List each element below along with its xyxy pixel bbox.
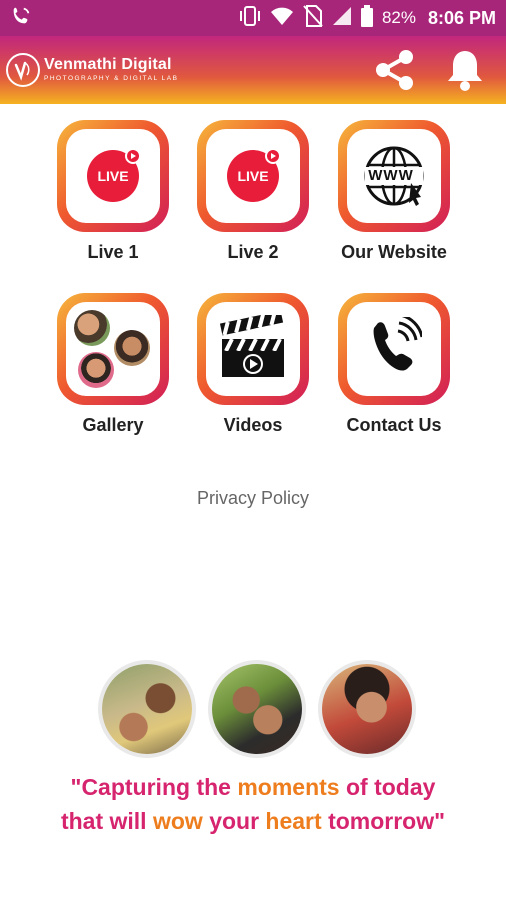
clapperboard-icon xyxy=(218,310,288,384)
tagline-segment: tomorrow" xyxy=(328,808,446,834)
battery-icon xyxy=(360,4,374,32)
live-icon: LIVE xyxy=(227,148,281,202)
battery-percent: 82% xyxy=(381,8,416,27)
gallery-label: Gallery xyxy=(82,415,144,435)
live-2-button[interactable]: LIVE xyxy=(197,120,309,232)
live-badge-text: LIVE xyxy=(237,168,269,184)
bride-photo xyxy=(318,660,416,758)
contact-us-label: Contact Us xyxy=(346,415,442,435)
our-website-button[interactable]: WWW xyxy=(338,120,450,232)
tagline-segment: wow xyxy=(152,808,210,834)
tagline-segment: "Capturing the xyxy=(70,774,238,800)
our-website-label: Our Website xyxy=(341,242,447,262)
tagline-segment: that will xyxy=(60,808,153,834)
contact-us-button[interactable] xyxy=(338,293,450,405)
live-1-label: Live 1 xyxy=(87,242,139,262)
bell-icon[interactable] xyxy=(442,47,488,93)
phone-wifi-call-icon xyxy=(10,5,32,32)
live-icon: LIVE xyxy=(87,148,141,202)
tagline-segment: your xyxy=(209,808,266,834)
videos-button[interactable] xyxy=(197,293,309,405)
logo-icon xyxy=(6,53,40,87)
app-header: Venmathi Digital PHOTOGRAPHY & DIGITAL L… xyxy=(0,36,506,104)
live-1-button[interactable]: LIVE xyxy=(57,120,169,232)
www-text: WWW xyxy=(368,167,414,184)
gallery-button[interactable] xyxy=(57,293,169,405)
logo-subtitle: PHOTOGRAPHY & DIGITAL LAB xyxy=(44,75,179,83)
couple-photo-2 xyxy=(208,660,306,758)
vibrate-icon xyxy=(238,5,262,32)
signal-icon xyxy=(332,6,352,31)
phone-call-icon xyxy=(366,313,424,382)
live-badge-text: LIVE xyxy=(97,168,129,184)
wifi-icon xyxy=(270,5,294,32)
tagline-segment: of today xyxy=(345,774,436,800)
clock: 8:06 PM xyxy=(427,7,496,28)
status-bar: 82% 8:06 PM xyxy=(0,0,506,36)
tagline-line-2: that will wow your heart tomorrow" xyxy=(0,808,506,835)
logo: Venmathi Digital PHOTOGRAPHY & DIGITAL L… xyxy=(44,57,178,83)
logo-title: Venmathi Digital xyxy=(44,56,172,74)
tagline-segment: heart xyxy=(265,808,329,834)
tagline-segment: moments xyxy=(237,774,346,800)
live-2-label: Live 2 xyxy=(227,242,279,262)
privacy-policy-link[interactable]: Privacy Policy xyxy=(0,488,506,509)
no-sim-icon xyxy=(302,4,324,33)
tagline-line-1: "Capturing the moments of today xyxy=(0,774,506,801)
gallery-photos-icon xyxy=(66,302,160,396)
couple-photo-1 xyxy=(98,660,196,758)
globe-www-icon: WWW xyxy=(361,143,427,209)
videos-label: Videos xyxy=(223,415,283,435)
share-icon[interactable] xyxy=(372,47,418,93)
